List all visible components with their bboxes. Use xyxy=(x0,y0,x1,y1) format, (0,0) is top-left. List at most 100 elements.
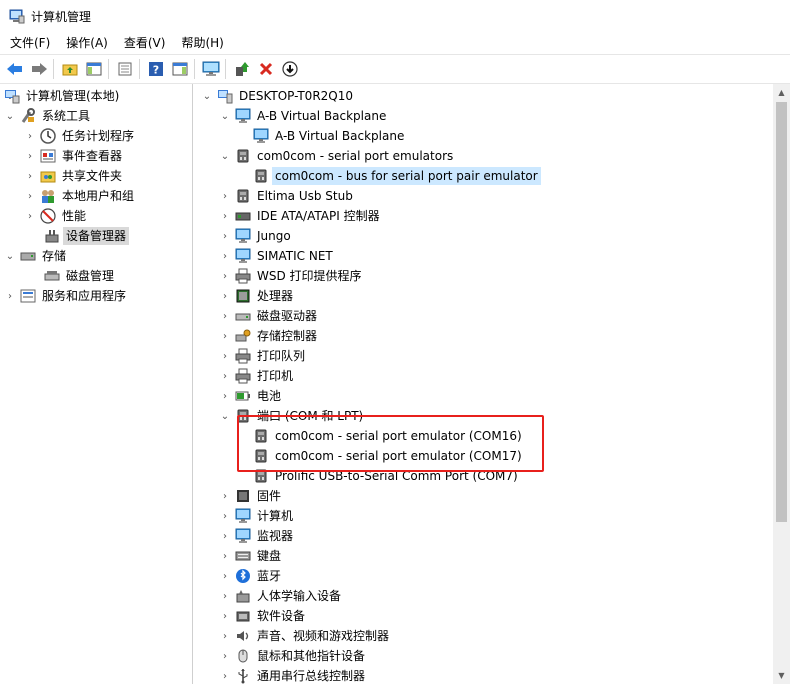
menu-help[interactable]: 帮助(H) xyxy=(171,32,229,54)
device-tree-item-label: 软件设备 xyxy=(257,609,306,623)
chevron-down-icon[interactable]: ⌄ xyxy=(201,86,213,106)
uninstall-device-button[interactable] xyxy=(255,58,277,80)
device-tree-item[interactable]: › 存储控制器 xyxy=(219,326,320,346)
device-tree-item[interactable]: A-B Virtual Backplane xyxy=(237,126,407,146)
tree-node-device-manager[interactable]: 设备管理器 xyxy=(40,226,130,246)
chevron-right-icon[interactable]: › xyxy=(219,226,231,246)
chevron-down-icon[interactable]: ⌄ xyxy=(219,406,231,426)
device-tree-item[interactable]: › 打印队列 xyxy=(219,346,308,366)
chevron-down-icon[interactable]: ⌄ xyxy=(4,246,16,266)
chevron-right-icon[interactable]: › xyxy=(4,286,16,306)
forward-button[interactable] xyxy=(28,58,50,80)
chevron-right-icon[interactable]: › xyxy=(219,506,231,526)
chevron-right-icon[interactable]: › xyxy=(24,206,36,226)
tree-node-performance[interactable]: › 性能 xyxy=(24,206,89,226)
device-tree-item[interactable]: ⌄ DESKTOP-T0R2Q10 xyxy=(201,86,356,106)
device-tree[interactable]: ⌄ DESKTOP-T0R2Q10 ⌄ A-B Virtual Backplane A-… xyxy=(195,84,790,684)
device-tree-item[interactable]: › 鼠标和其他指针设备 xyxy=(219,646,368,666)
chevron-right-icon[interactable]: › xyxy=(219,646,231,666)
chevron-right-icon[interactable]: › xyxy=(24,146,36,166)
tree-node-services-applications[interactable]: › 服务和应用程序 xyxy=(4,286,129,306)
device-tree-item[interactable]: › Eltima Usb Stub xyxy=(219,186,356,206)
menu-action[interactable]: 操作(A) xyxy=(56,32,114,54)
chevron-right-icon[interactable]: › xyxy=(219,306,231,326)
chevron-right-icon[interactable]: › xyxy=(219,206,231,226)
tree-node-local-users-groups[interactable]: › 本地用户和组 xyxy=(24,186,137,206)
console-tree[interactable]: ⌄ 计算机管理(本地) ⌄ 系统工具 › 任务计划程序 › 事件查看器 › 共享… xyxy=(0,84,193,684)
device-tree-item[interactable]: › 软件设备 xyxy=(219,606,308,626)
chevron-right-icon[interactable]: › xyxy=(219,246,231,266)
action-pane-button[interactable] xyxy=(169,58,191,80)
tree-node-system-tools[interactable]: ⌄ 系统工具 xyxy=(4,106,93,126)
up-level-button[interactable] xyxy=(59,58,81,80)
device-tree-item[interactable]: › 监视器 xyxy=(219,526,296,546)
monitor-icon xyxy=(235,528,251,543)
tree-node-computer-management[interactable]: ⌄ 计算机管理(本地) xyxy=(4,86,122,106)
monitor-icon xyxy=(235,108,251,123)
chevron-right-icon[interactable]: › xyxy=(24,186,36,206)
scan-hardware-button[interactable] xyxy=(200,58,222,80)
chevron-right-icon[interactable]: › xyxy=(219,266,231,286)
tree-node-storage[interactable]: ⌄ 存储 xyxy=(4,246,69,266)
device-tree-item[interactable]: › WSD 打印提供程序 xyxy=(219,266,365,286)
chevron-down-icon[interactable]: ⌄ xyxy=(219,106,231,126)
bluetooth-icon xyxy=(236,569,250,583)
chevron-right-icon[interactable]: › xyxy=(219,666,231,684)
export-list-button[interactable] xyxy=(114,58,136,80)
menu-file[interactable]: 文件(F) xyxy=(0,32,56,54)
menu-view[interactable]: 查看(V) xyxy=(114,32,172,54)
device-tree-item[interactable]: › SIMATIC NET xyxy=(219,246,336,266)
device-tree-item[interactable]: › 处理器 xyxy=(219,286,296,306)
tree-node-shared-folders[interactable]: › 共享文件夹 xyxy=(24,166,125,186)
chevron-down-icon[interactable]: ⌄ xyxy=(219,146,231,166)
device-tree-item-label: 人体学输入设备 xyxy=(257,589,342,603)
tree-node-event-viewer[interactable]: › 事件查看器 xyxy=(24,146,125,166)
chevron-right-icon[interactable]: › xyxy=(219,526,231,546)
software-device-icon xyxy=(236,611,250,622)
device-tree-item[interactable]: com0com - bus for serial port pair emula… xyxy=(237,166,541,186)
chevron-right-icon[interactable]: › xyxy=(219,386,231,406)
update-driver-button[interactable] xyxy=(231,58,253,80)
chevron-right-icon[interactable]: › xyxy=(219,286,231,306)
device-tree-item[interactable]: › 打印机 xyxy=(219,366,296,386)
tree-node-task-scheduler[interactable]: › 任务计划程序 xyxy=(24,126,137,146)
disk-management-icon xyxy=(44,271,60,281)
scrollbar-thumb[interactable] xyxy=(776,102,787,522)
device-tree-item[interactable]: › IDE ATA/ATAPI 控制器 xyxy=(219,206,383,226)
device-tree-item[interactable]: › 键盘 xyxy=(219,546,284,566)
scroll-up-icon[interactable]: ▲ xyxy=(773,84,790,101)
device-tree-item[interactable]: ⌄ A-B Virtual Backplane xyxy=(219,106,389,126)
chevron-right-icon[interactable]: › xyxy=(219,546,231,566)
chevron-right-icon[interactable]: › xyxy=(24,166,36,186)
device-tree-item[interactable]: ⌄ com0com - serial port emulators xyxy=(219,146,456,166)
chevron-right-icon[interactable]: › xyxy=(219,366,231,386)
chevron-right-icon[interactable]: › xyxy=(219,326,231,346)
chevron-right-icon[interactable]: › xyxy=(24,126,36,146)
back-button[interactable] xyxy=(4,58,26,80)
device-tree-item[interactable]: › 电池 xyxy=(219,386,284,406)
chevron-right-icon[interactable]: › xyxy=(219,626,231,646)
chevron-right-icon[interactable]: › xyxy=(219,606,231,626)
device-tree-item[interactable]: › 固件 xyxy=(219,486,284,506)
chevron-right-icon[interactable]: › xyxy=(219,486,231,506)
scroll-down-icon[interactable]: ▼ xyxy=(773,667,790,684)
folder-up-icon xyxy=(62,64,78,76)
chevron-right-icon[interactable]: › xyxy=(219,566,231,586)
enable-device-button[interactable] xyxy=(279,58,301,80)
tree-node-disk-management[interactable]: 磁盘管理 xyxy=(40,266,117,286)
help-button[interactable]: ? xyxy=(145,58,167,80)
device-tree-item[interactable]: › 磁盘驱动器 xyxy=(219,306,320,326)
device-tree-item[interactable]: › 计算机 xyxy=(219,506,296,526)
chevron-down-icon[interactable]: ⌄ xyxy=(4,106,16,126)
chevron-right-icon[interactable]: › xyxy=(219,346,231,366)
battery-icon xyxy=(235,391,250,401)
device-tree-item[interactable]: › 蓝牙 xyxy=(219,566,284,586)
show-hide-console-tree-button[interactable] xyxy=(83,58,105,80)
vertical-scrollbar[interactable]: ▲ ▼ xyxy=(773,84,790,684)
chevron-right-icon[interactable]: › xyxy=(219,186,231,206)
device-tree-item[interactable]: › 通用串行总线控制器 xyxy=(219,666,368,684)
chevron-right-icon[interactable]: › xyxy=(219,586,231,606)
device-tree-item[interactable]: › Jungo xyxy=(219,226,294,246)
device-tree-item[interactable]: › 人体学输入设备 xyxy=(219,586,344,606)
device-tree-item[interactable]: › 声音、视频和游戏控制器 xyxy=(219,626,392,646)
